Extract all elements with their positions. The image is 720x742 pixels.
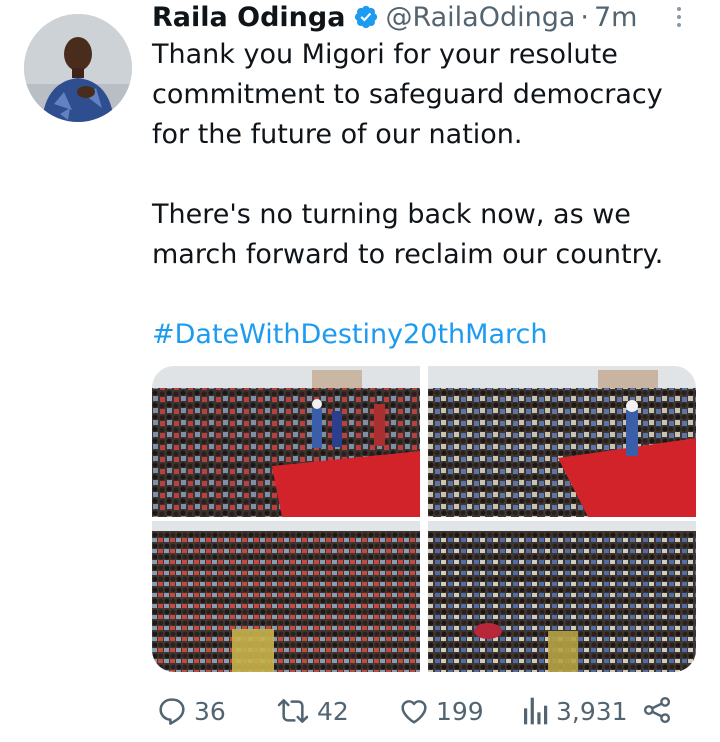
reply-count: 36 [194, 696, 226, 726]
tweet-text-paragraph-2: There's no turning back now, as we march… [152, 199, 664, 270]
share-icon [643, 696, 671, 724]
tweet-text: Thank you Migori for your resolute commi… [152, 35, 697, 355]
separator-dot: · [580, 1, 589, 33]
hashtag-link[interactable]: #DateWithDestiny20thMarch [152, 315, 697, 355]
reply-button[interactable]: 36 [156, 695, 226, 727]
verified-badge-icon [353, 4, 379, 30]
rally-photo-1[interactable] [152, 366, 420, 517]
rally-photo-4[interactable] [428, 521, 696, 672]
retweet-count: 42 [317, 696, 349, 726]
views-button[interactable]: 3,931 [522, 695, 628, 727]
retweet-button[interactable]: 42 [275, 695, 349, 727]
views-chart-icon [524, 697, 548, 725]
like-count: 199 [436, 696, 484, 726]
photo-grid [152, 366, 696, 672]
retweet-icon [277, 699, 309, 723]
author-name[interactable]: Raila Odinga [152, 2, 345, 33]
avatar[interactable] [24, 14, 132, 122]
share-button[interactable] [642, 695, 672, 725]
rally-photo-3[interactable] [152, 521, 420, 672]
author-handle[interactable]: @RailaOdinga [385, 2, 575, 33]
rally-photo-2[interactable] [428, 366, 696, 517]
tweet-text-paragraph-1: Thank you Migori for your resolute commi… [152, 39, 663, 150]
heart-icon [401, 700, 427, 724]
like-button[interactable]: 199 [398, 695, 484, 727]
reply-icon [159, 698, 185, 725]
tweet-header: Raila Odinga @RailaOdinga · 7m [152, 0, 637, 34]
timestamp[interactable]: 7m [594, 2, 637, 33]
views-count: 3,931 [556, 696, 628, 726]
more-options-icon[interactable] [664, 2, 694, 32]
action-bar: 36 42 199 3,931 [0, 695, 720, 731]
